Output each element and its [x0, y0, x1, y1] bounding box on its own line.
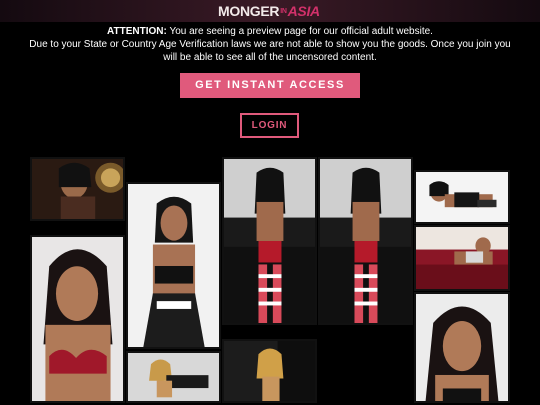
login-button[interactable]: LOGIN [240, 113, 299, 138]
gallery-image-blonde[interactable] [126, 351, 221, 403]
gallery-image-striped-stockings-2[interactable] [318, 157, 413, 325]
age-verification-notice: ATTENTION: You are seeing a preview page… [0, 25, 540, 64]
gallery-image-black-lingerie[interactable] [126, 182, 221, 349]
logo-text-asia: ASIA [287, 3, 321, 19]
site-logo[interactable]: MONGERINASIA [218, 3, 320, 20]
notice-line-1: ATTENTION: You are seeing a preview page… [0, 25, 540, 38]
get-instant-access-button[interactable]: GET INSTANT ACCESS [180, 73, 360, 98]
attention-label: ATTENTION: [107, 26, 167, 37]
notice-line-3: will be able to see all of the uncensore… [163, 52, 377, 63]
logo-text-monger: MONGER [218, 3, 280, 19]
notice-line-2: Due to your State or Country Age Verific… [29, 39, 511, 50]
gallery-image-red-couch[interactable] [414, 225, 510, 291]
gallery-image-portrait-red-lingerie[interactable] [30, 235, 125, 403]
gallery-image-doorway[interactable] [222, 339, 317, 403]
gallery-image-portrait[interactable] [414, 292, 510, 403]
gallery-image-maid-costume[interactable] [30, 157, 125, 221]
gallery-image-striped-stockings[interactable] [222, 157, 317, 325]
notice-line-1-text: You are seeing a preview page for our of… [166, 26, 433, 37]
gallery-image-reclining[interactable] [414, 170, 510, 224]
logo-text-in: IN [280, 8, 287, 15]
